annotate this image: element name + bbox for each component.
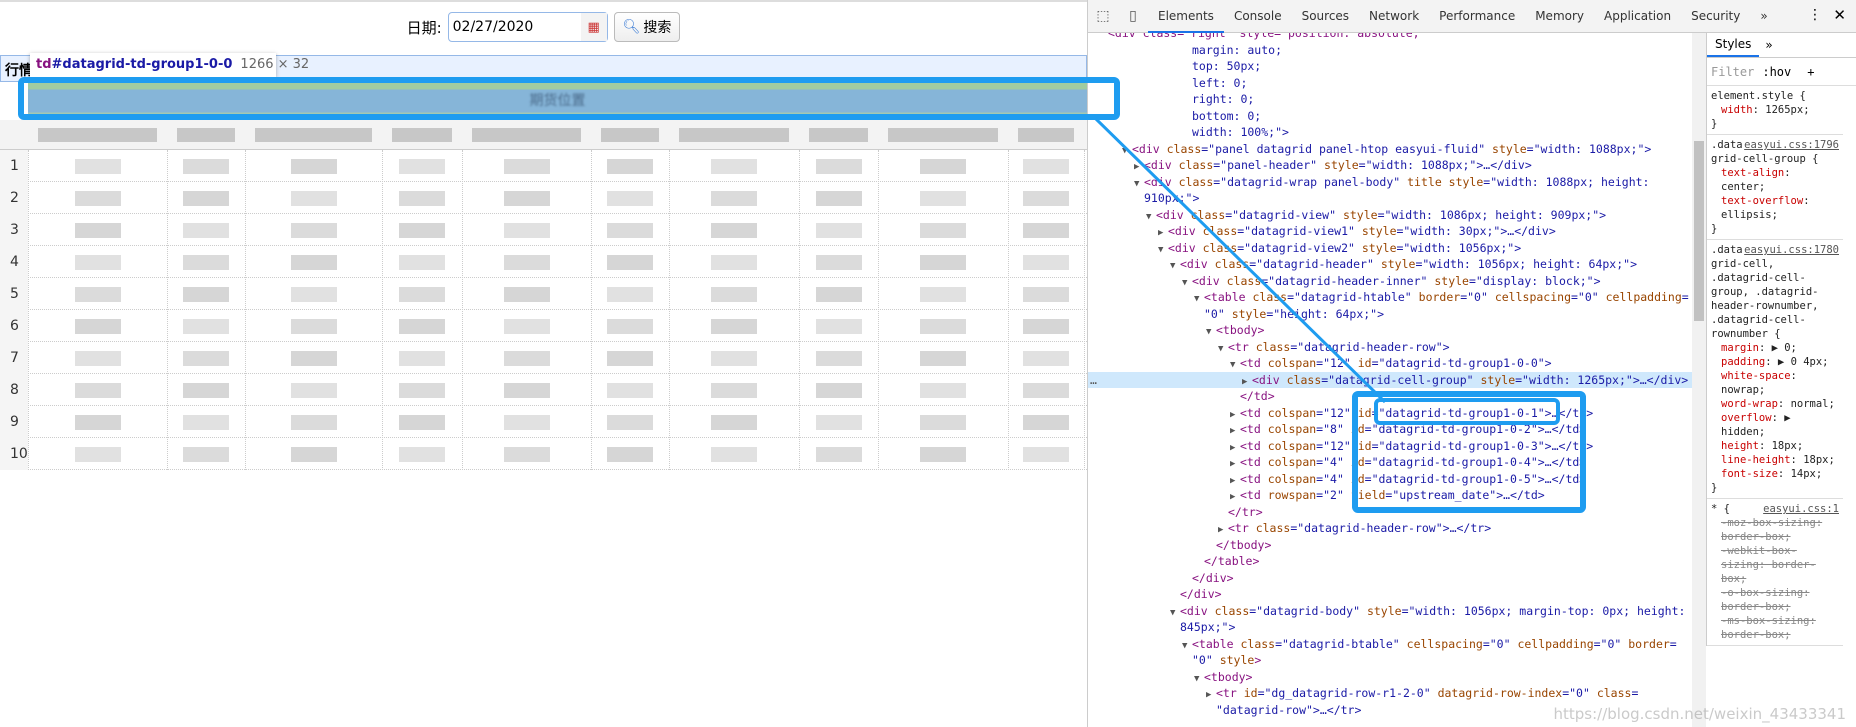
annotation-arrow	[1093, 116, 1387, 404]
watermark: https://blog.csdn.net/weixin_43433341	[1553, 705, 1846, 723]
